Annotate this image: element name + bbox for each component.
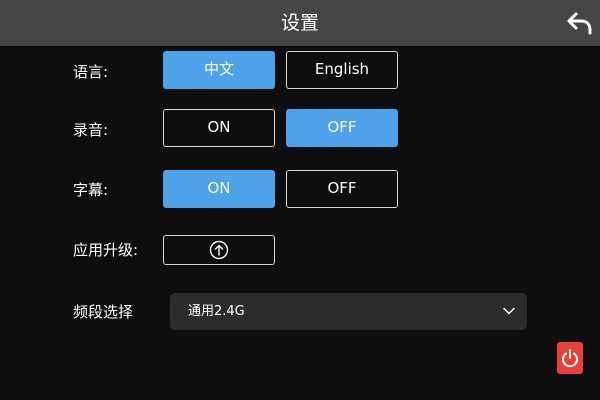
back-button[interactable] [566, 10, 594, 36]
recording-label: 录音: [73, 121, 109, 139]
language-option-english[interactable]: English [286, 51, 398, 89]
recording-on-button[interactable]: ON [163, 109, 275, 147]
language-label: 语言: [73, 63, 109, 81]
page-title: 设置 [280, 12, 319, 34]
chevron-down-icon [503, 307, 515, 315]
upgrade-label: 应用升级: [73, 241, 139, 259]
upgrade-button[interactable] [163, 235, 275, 265]
band-label: 频段选择 [73, 303, 134, 321]
back-arrow-icon [567, 12, 592, 35]
upload-arrow-icon [209, 240, 229, 260]
settings-panel [0, 46, 600, 400]
band-select-value: 通用2.4G [188, 304, 245, 319]
subtitle-off-button[interactable]: OFF [286, 170, 398, 208]
band-select[interactable]: 通用2.4G [170, 293, 527, 330]
power-icon [562, 349, 578, 368]
subtitle-on-button[interactable]: ON [163, 170, 275, 208]
language-option-chinese[interactable]: 中文 [163, 51, 275, 89]
recording-off-button[interactable]: OFF [286, 109, 398, 147]
subtitle-label: 字幕: [73, 181, 109, 199]
title-bar: 设置 [0, 0, 600, 46]
power-button[interactable] [557, 342, 583, 374]
